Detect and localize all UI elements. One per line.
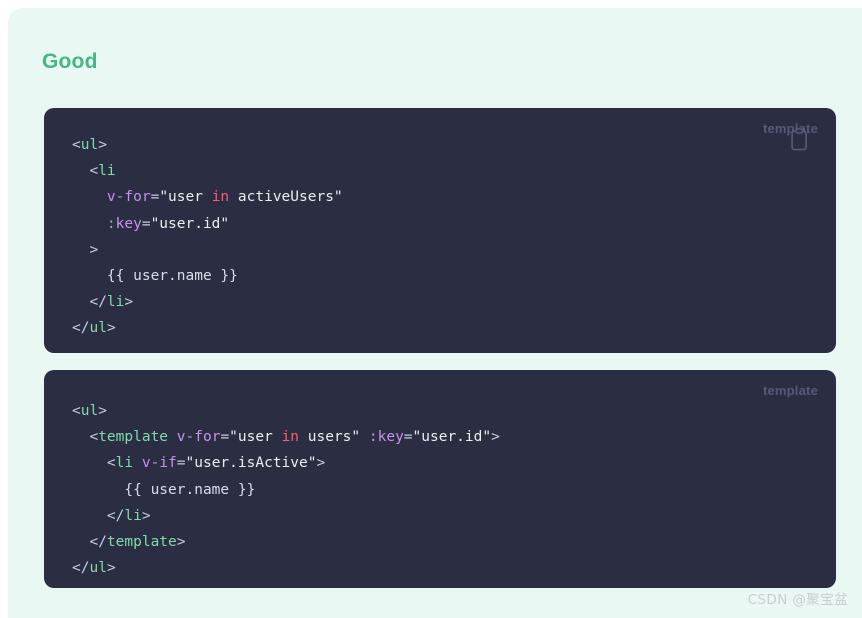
code-token-eq: = <box>220 429 230 446</box>
code-token-attr: :key <box>106 215 142 232</box>
code-line: </ul> <box>72 555 820 581</box>
code-content: <ul> <li v-for="user in activeUsers" :ke… <box>72 132 820 342</box>
code-content: <ul> <template v-for="user in users" :ke… <box>72 398 820 581</box>
code-token-punct: > <box>316 455 326 472</box>
code-line: </template> <box>72 529 820 555</box>
code-token-str: "user <box>229 429 282 446</box>
code-token-eq: = <box>141 215 151 232</box>
code-line: <li v-if="user.isActive"> <box>72 450 820 476</box>
code-token-punct: </ <box>72 507 125 524</box>
code-token-punct: > <box>72 241 99 258</box>
code-line: {{ user.name }} <box>72 477 820 503</box>
code-line: v-for="user in activeUsers" <box>72 184 820 210</box>
code-token-punct: < <box>72 429 99 446</box>
code-token-str: "user <box>159 189 212 206</box>
language-label: template <box>762 383 818 398</box>
code-token-attr: :key <box>368 429 404 446</box>
code-token-attr: v-if <box>141 455 177 472</box>
code-token-attr: v-for <box>176 429 221 446</box>
code-token-punct: > <box>491 429 500 446</box>
code-token-punct: < <box>72 403 81 419</box>
page-root: Good template <ul> <li v-for="user in ac… <box>0 0 862 618</box>
code-token-str: users" <box>299 429 361 446</box>
code-block-good-secondary: template <ul> <template v-for="user in u… <box>44 370 836 588</box>
code-token-kw: in <box>211 189 230 206</box>
code-token-tag: li <box>98 163 116 180</box>
code-line: > <box>72 237 820 263</box>
code-token-punct: < <box>72 163 99 180</box>
code-token-str: "user.isActive" <box>185 455 317 472</box>
code-token-tag: template <box>106 534 177 551</box>
code-token-punct: > <box>141 507 151 524</box>
code-token-punct: < <box>72 137 81 153</box>
code-token-punct: </ <box>72 320 90 337</box>
code-token-mustache: {{ user.name }} <box>72 481 256 498</box>
code-token-kw: in <box>281 429 300 446</box>
code-line: <li <box>72 158 820 184</box>
code-line: </ul> <box>72 315 820 341</box>
code-line: {{ user.name }} <box>72 263 820 289</box>
code-token-punct: > <box>98 137 107 153</box>
code-token-punct: > <box>176 534 186 551</box>
code-token-tag: ul <box>80 403 99 419</box>
code-token-eq: = <box>176 455 186 472</box>
watermark: CSDN @聚宝盆 <box>747 592 848 608</box>
page-title: Good <box>42 50 98 73</box>
code-token-eq: = <box>403 429 413 446</box>
code-token-punct: > <box>98 403 107 419</box>
code-line: <template v-for="user in users" :key="us… <box>72 424 820 450</box>
code-line: </li> <box>72 289 820 315</box>
code-token-tag: li <box>106 294 125 311</box>
code-token-tag: ul <box>89 560 107 577</box>
code-token-tag: ul <box>80 137 99 153</box>
code-token-punct: </ <box>72 560 90 577</box>
code-token-punct: < <box>72 455 116 472</box>
code-token-mustache: {{ user.name }} <box>72 268 238 285</box>
code-block-good-primary: template <ul> <li v-for="user in activeU… <box>44 108 836 353</box>
code-line: <ul> <box>72 132 820 158</box>
code-token-tag: li <box>124 507 142 524</box>
code-token-tag: template <box>98 429 169 446</box>
code-token-tag: ul <box>89 320 107 337</box>
code-token-str: "user.id" <box>150 215 230 232</box>
code-token-attr: v-for <box>106 189 151 206</box>
code-token-punct: > <box>106 560 116 577</box>
code-line: </li> <box>72 503 820 529</box>
code-token-punct: </ <box>72 294 107 311</box>
code-token-punct: > <box>106 320 116 337</box>
content-panel: Good template <ul> <li v-for="user in ac… <box>8 8 862 618</box>
code-token-punct: </ <box>72 534 107 551</box>
code-token-eq: = <box>150 189 160 206</box>
code-token-punct: > <box>124 294 134 311</box>
code-line: <ul> <box>72 398 820 424</box>
code-token-str: activeUsers" <box>229 189 343 206</box>
code-token-tag: li <box>115 455 134 472</box>
code-token-str: "user.id" <box>412 429 492 446</box>
code-line: :key="user.id" <box>72 211 820 237</box>
